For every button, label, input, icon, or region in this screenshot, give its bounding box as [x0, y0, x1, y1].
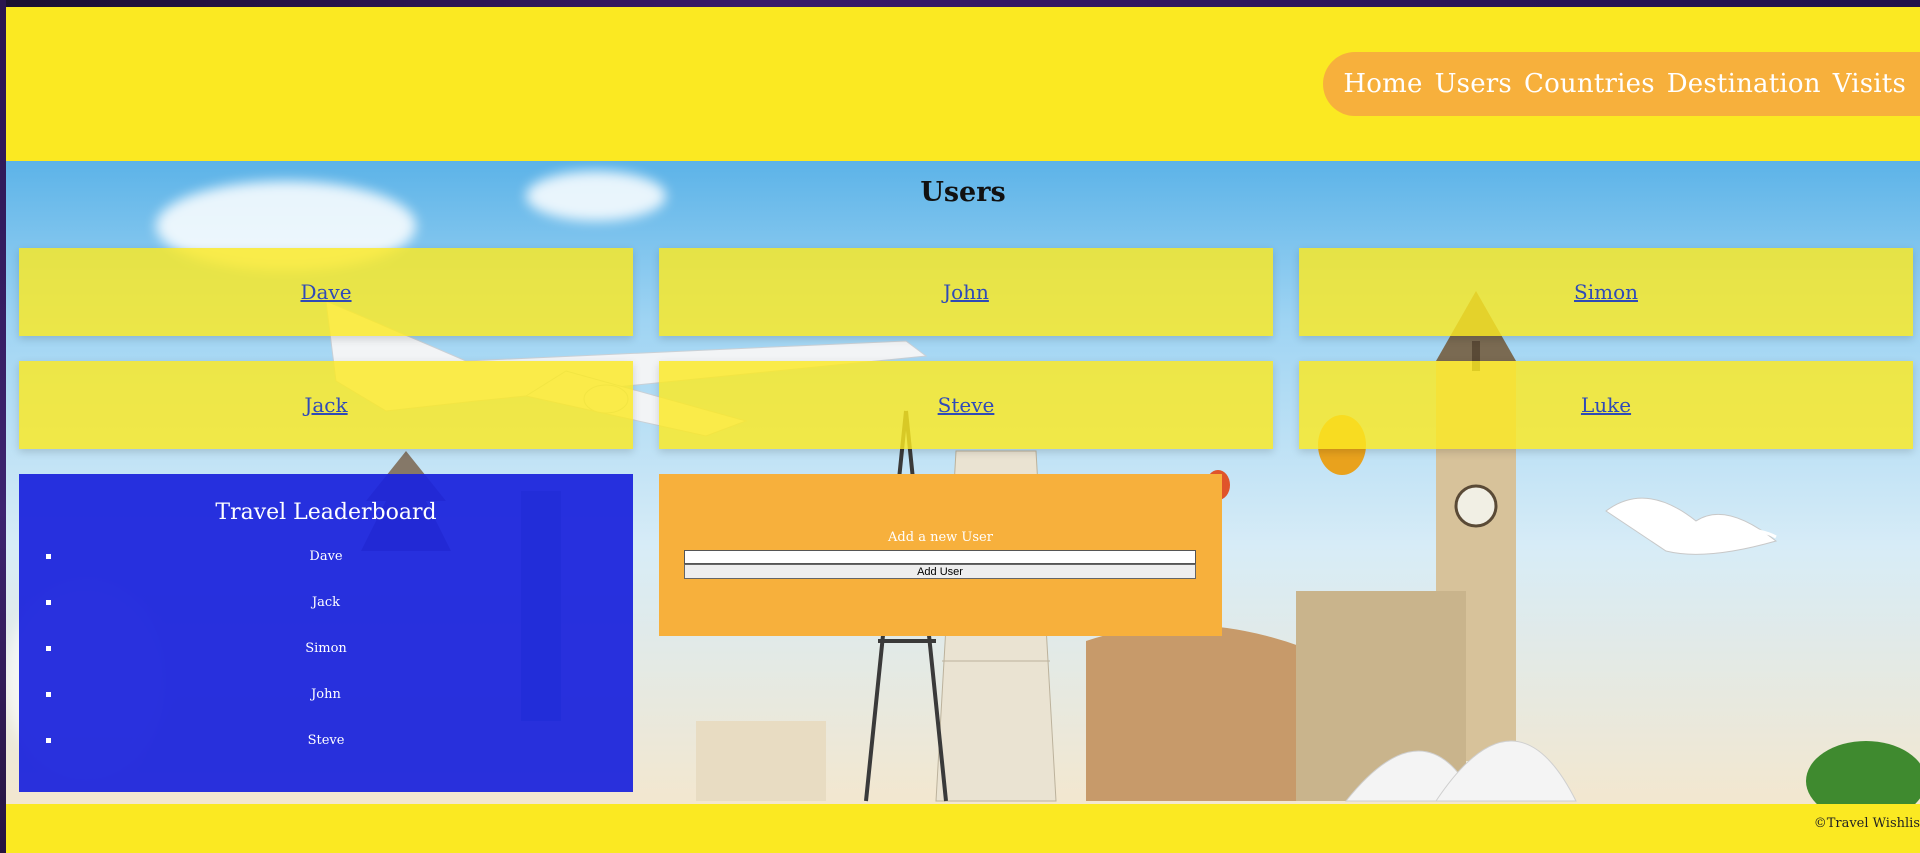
travel-leaderboard: Travel Leaderboard Dave Jack Simon John …	[19, 474, 633, 792]
page-title: Users	[920, 177, 1006, 208]
user-link-simon[interactable]: Simon	[1574, 280, 1638, 304]
bullet-icon	[46, 692, 51, 697]
user-link-jack[interactable]: Jack	[304, 393, 347, 417]
leaderboard-entry-name: Jack	[311, 595, 341, 610]
nav-destination-link[interactable]: Destination	[1667, 69, 1821, 99]
user-link-steve[interactable]: Steve	[938, 393, 995, 417]
nav-users-link[interactable]: Users	[1435, 69, 1512, 99]
new-user-name-input[interactable]	[684, 550, 1196, 564]
browser-top-edge	[0, 0, 1920, 7]
user-card: Simon	[1299, 248, 1913, 336]
site-header: Home Users Countries Destination Visits	[6, 7, 1920, 161]
nav-countries-link[interactable]: Countries	[1524, 69, 1655, 99]
add-user-label: Add a new User	[888, 530, 993, 545]
user-card: Jack	[19, 361, 633, 449]
leaderboard-entry: Dave	[19, 541, 633, 587]
leaderboard-entry: Steve	[19, 725, 633, 771]
bullet-icon	[46, 554, 51, 559]
nav-visits-link[interactable]: Visits	[1833, 69, 1906, 99]
bullet-icon	[46, 646, 51, 651]
leaderboard-entry: Simon	[19, 633, 633, 679]
user-link-john[interactable]: John	[943, 280, 989, 304]
nav-home-link[interactable]: Home	[1343, 69, 1422, 99]
user-card: John	[659, 248, 1273, 336]
user-link-dave[interactable]: Dave	[300, 280, 351, 304]
add-user-form: Add a new User Add User	[659, 474, 1222, 636]
leaderboard-entry-name: John	[311, 687, 341, 702]
user-link-luke[interactable]: Luke	[1581, 393, 1631, 417]
parthenon-illustration	[696, 721, 826, 801]
add-user-button[interactable]: Add User	[684, 564, 1196, 579]
user-card: Steve	[659, 361, 1273, 449]
leaderboard-entry-name: Steve	[307, 733, 345, 748]
seagull-illustration	[1605, 497, 1778, 555]
user-card: Luke	[1299, 361, 1913, 449]
main-content: Users Dave John Simon Jack Steve Luke Tr…	[6, 161, 1920, 804]
leaderboard-entry-name: Simon	[305, 641, 347, 656]
tree-illustration	[1806, 741, 1920, 804]
user-card: Dave	[19, 248, 633, 336]
bullet-icon	[46, 600, 51, 605]
leaderboard-title: Travel Leaderboard	[215, 500, 437, 525]
leaderboard-entry-name: Dave	[309, 549, 343, 564]
leaderboard-list: Dave Jack Simon John Steve	[19, 541, 633, 771]
leaderboard-entry: Jack	[19, 587, 633, 633]
main-nav: Home Users Countries Destination Visits	[1323, 52, 1920, 116]
bullet-icon	[46, 738, 51, 743]
site-footer: ©Travel Wishlis	[6, 804, 1920, 853]
leaderboard-entry: John	[19, 679, 633, 725]
copyright-text: ©Travel Wishlis	[1813, 816, 1920, 831]
